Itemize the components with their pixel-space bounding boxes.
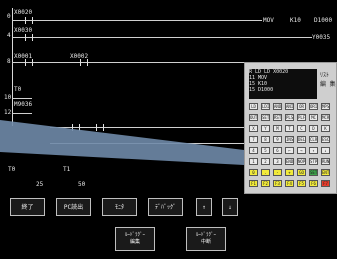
keypad-key[interactable]: 4 [249, 147, 258, 154]
keypad-key[interactable]: M [273, 125, 282, 132]
keypad-key[interactable]: GO [297, 169, 306, 176]
arrow-up-button[interactable]: ↑ [196, 198, 212, 216]
keypad-key[interactable]: RST [273, 114, 282, 121]
timer-value: 50 [78, 181, 86, 188]
keypad-key[interactable]: K [321, 125, 330, 132]
keypad-key[interactable]: F1 [249, 180, 258, 187]
handheld-programmer-panel: R LD LD X0020 11 MOV 15 K10 15 D1000 ﾘｽﾄ… [244, 62, 337, 194]
keypad-key[interactable]: SET [309, 169, 318, 176]
keypad-key[interactable]: 7 [249, 136, 258, 143]
keypad-key[interactable]: STP [309, 158, 318, 165]
keypad-key[interactable]: 5 [261, 147, 270, 154]
timer-name: T0 [8, 166, 16, 173]
keypad-key[interactable]: F5 [297, 180, 306, 187]
keypad-key[interactable]: ↓ [321, 147, 330, 154]
keypad-key[interactable]: F2 [261, 180, 270, 187]
keypad-key[interactable]: MCR [321, 114, 330, 121]
keypad-key[interactable]: ORI [309, 103, 318, 110]
keypad-key[interactable]: F3 [273, 180, 282, 187]
keypad-key[interactable]: LD [249, 103, 258, 110]
keypad-key[interactable]: MPS [321, 103, 330, 110]
keypad-key[interactable]: LDI [261, 103, 270, 110]
keypad-key[interactable]: . [261, 169, 270, 176]
keypad-key[interactable]: 6 [273, 147, 282, 154]
keypad-key[interactable]: MC [309, 114, 318, 121]
ladder-stop-button[interactable]: ﾙｰﾄﾞﾗｸﾞｰ 中断 [186, 227, 226, 251]
keypad-key[interactable]: D [309, 125, 318, 132]
keypad-key[interactable]: + [285, 169, 294, 176]
keypad-key[interactable]: 8 [261, 136, 270, 143]
keypad-key[interactable]: 3 [273, 158, 282, 165]
arrow-down-button[interactable]: ↓ [222, 198, 238, 216]
keypad-key[interactable]: INS [285, 136, 294, 143]
keypad-key[interactable]: → [297, 147, 306, 154]
keypad-key[interactable]: PLS [285, 114, 294, 121]
keypad-key[interactable]: ↑ [309, 147, 318, 154]
list-label: ﾘｽﾄ [320, 72, 330, 79]
keypad-key[interactable]: SET [261, 114, 270, 121]
display-line: 15 D1000 [249, 87, 274, 93]
keypad-key[interactable]: CLR [309, 136, 318, 143]
keypad-key[interactable]: END [285, 158, 294, 165]
keypad-key[interactable]: ANI [285, 103, 294, 110]
exit-button[interactable]: 終了 [10, 198, 45, 216]
monitor-button[interactable]: ﾓﾆﾀ [102, 198, 137, 216]
keypad-key[interactable]: 1 [249, 158, 258, 165]
keypad-key[interactable]: DEL [297, 136, 306, 143]
keypad-key[interactable]: 9 [273, 136, 282, 143]
button-line: ﾙｰﾄﾞﾗｸﾞｰ [195, 232, 216, 238]
keypad-key[interactable]: ENT [321, 169, 330, 176]
keypad-key[interactable]: X [249, 125, 258, 132]
button-line: ﾙｰﾄﾞﾗｸﾞｰ [124, 232, 145, 238]
keypad-key[interactable]: 2 [261, 158, 270, 165]
pc-read-button[interactable]: PC読出 [56, 198, 91, 216]
keypad-key[interactable]: Y [261, 125, 270, 132]
debug-button[interactable]: ﾃﾞﾊﾞｯｸﾞ [148, 198, 183, 216]
keypad-key[interactable]: 0 [249, 169, 258, 176]
keypad-key[interactable]: - [273, 169, 282, 176]
keypad-key[interactable]: AND [273, 103, 282, 110]
keypad-key[interactable]: F4 [285, 180, 294, 187]
programmer-display: R LD LD X0020 11 MOV 15 K10 15 D1000 [249, 69, 317, 99]
timer-name: T1 [63, 166, 71, 173]
keypad-key[interactable]: ESC [321, 136, 330, 143]
edit-label: 編 集 [320, 81, 336, 88]
keypad-key[interactable]: PLF [297, 114, 306, 121]
button-line: 中断 [200, 239, 211, 245]
keypad-key[interactable]: ← [285, 147, 294, 154]
button-line: 編集 [129, 239, 140, 245]
keypad-key[interactable]: F7 [321, 180, 330, 187]
keypad-key[interactable]: RUN [321, 158, 330, 165]
timer-value: 25 [36, 181, 44, 188]
keypad-key[interactable]: C [297, 125, 306, 132]
ladder-edit-button[interactable]: ﾙｰﾄﾞﾗｸﾞｰ 編集 [115, 227, 155, 251]
keypad-key[interactable]: F6 [309, 180, 318, 187]
keypad-key[interactable]: T [285, 125, 294, 132]
keypad-key[interactable]: NOP [297, 158, 306, 165]
keypad-key[interactable]: OUT [249, 114, 258, 121]
keypad-key[interactable]: OR [297, 103, 306, 110]
